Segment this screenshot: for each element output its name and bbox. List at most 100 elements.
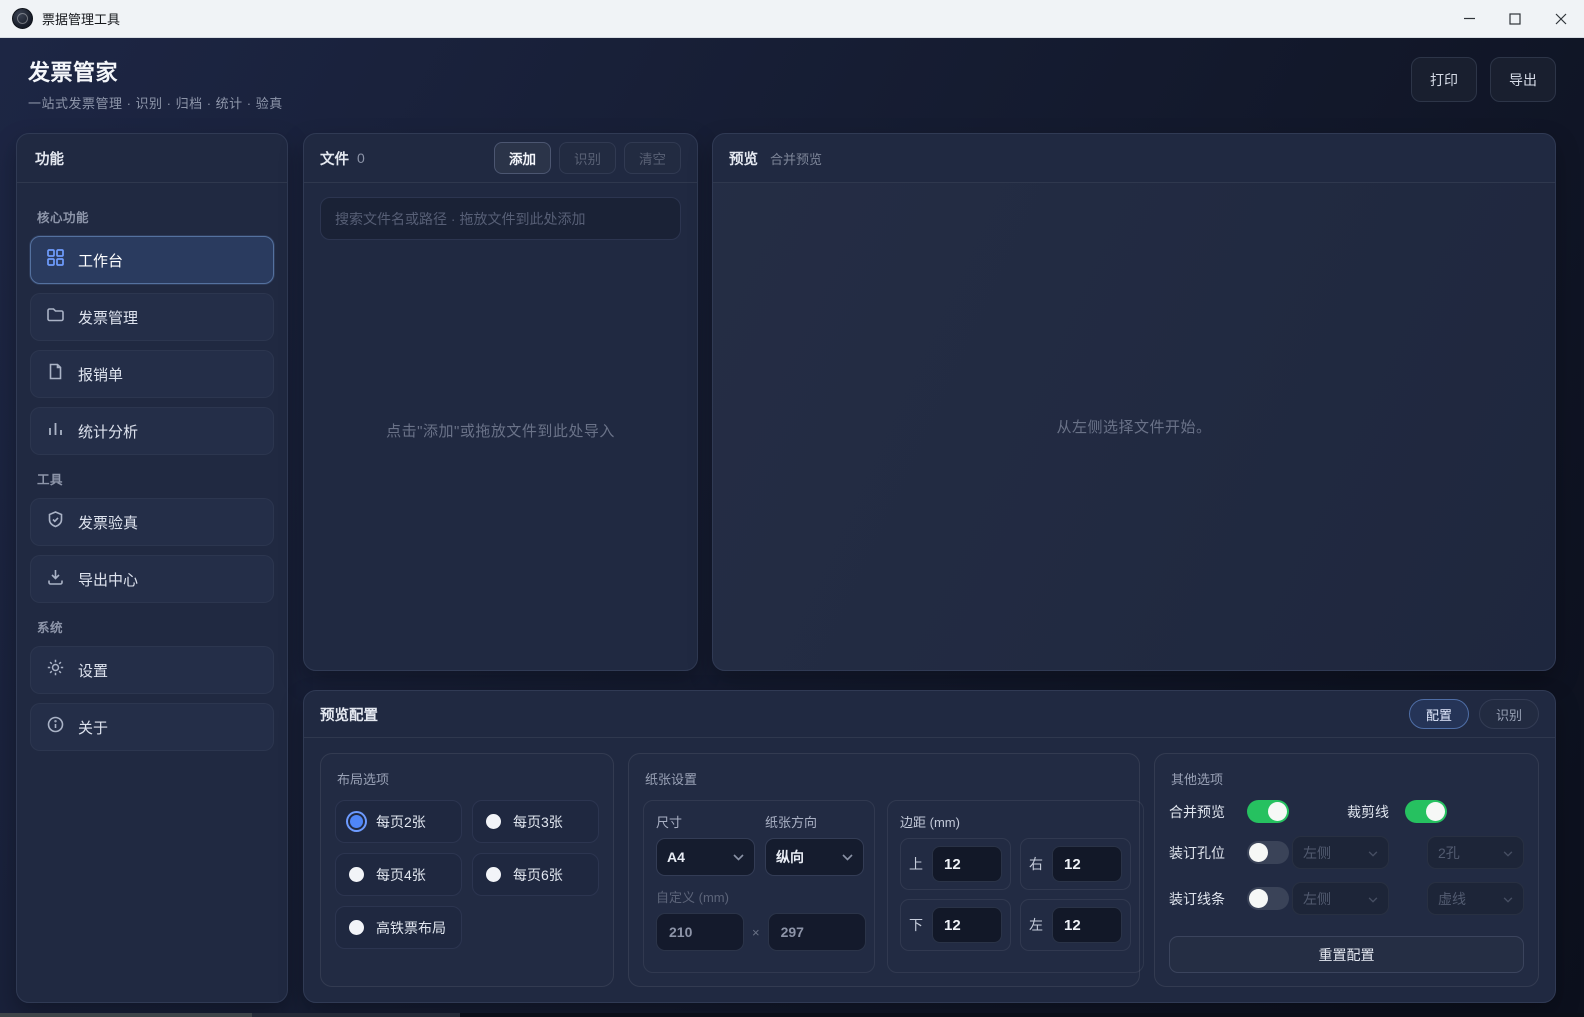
chevron-down-icon bbox=[842, 848, 853, 866]
orientation-select[interactable]: 纵向 bbox=[765, 838, 864, 876]
add-button[interactable]: 添加 bbox=[494, 142, 551, 174]
orientation-label: 纸张方向 bbox=[765, 812, 864, 831]
margin-bottom-input[interactable] bbox=[932, 907, 1002, 943]
paper-settings-card: 纸张设置 尺寸 A4 bbox=[628, 753, 1140, 987]
app-window: 发票管家 一站式发票管理 · 识别 · 归档 · 统计 · 验真 打印 导出 功… bbox=[0, 38, 1584, 1013]
punch-holes-selects: 左侧 2孔 bbox=[1292, 836, 1524, 869]
margin-top-cell: 上 bbox=[900, 838, 1011, 890]
sidebar-item-invoice-verify[interactable]: 发票验真 bbox=[30, 498, 274, 546]
sidebar-item-invoice-management[interactable]: 发票管理 bbox=[30, 293, 274, 341]
radio-selected-icon bbox=[350, 815, 363, 828]
sidebar-item-label: 发票验真 bbox=[78, 512, 138, 533]
margins-grid: 上 右 下 左 bbox=[900, 838, 1131, 951]
punch-holes-label: 装订孔位 bbox=[1169, 843, 1247, 863]
files-dropzone[interactable]: 点击"添加"或拖放文件到此处导入 bbox=[304, 240, 697, 620]
files-empty-text: 点击"添加"或拖放文件到此处导入 bbox=[386, 420, 615, 441]
margin-left-input[interactable] bbox=[1052, 907, 1122, 943]
minimize-icon[interactable] bbox=[1446, 0, 1492, 38]
radio-icon bbox=[486, 867, 501, 882]
recognize-button[interactable]: 识别 bbox=[559, 142, 616, 174]
grid-icon bbox=[46, 248, 65, 272]
sidebar-item-label: 发票管理 bbox=[78, 307, 138, 328]
layout-options-title: 布局选项 bbox=[337, 769, 597, 788]
size-label: 尺寸 bbox=[656, 812, 755, 831]
config-actions: 配置 识别 bbox=[1409, 699, 1539, 729]
chevron-down-icon bbox=[1368, 844, 1378, 862]
horizontal-scrollbar-thumb[interactable] bbox=[0, 1013, 252, 1017]
punch-count-select[interactable]: 2孔 bbox=[1427, 836, 1524, 869]
radio-icon bbox=[349, 867, 364, 882]
crop-line-toggle[interactable] bbox=[1405, 800, 1447, 823]
sidebar-item-settings[interactable]: 设置 bbox=[30, 646, 274, 694]
binding-line-row: 装订线条 左侧 虚线 bbox=[1169, 882, 1524, 915]
maximize-icon[interactable] bbox=[1492, 0, 1538, 38]
sidebar-item-about[interactable]: 关于 bbox=[30, 703, 274, 751]
margin-bottom-cell: 下 bbox=[900, 899, 1011, 951]
files-actions: 添加 识别 清空 bbox=[494, 142, 681, 174]
margin-right-input[interactable] bbox=[1052, 846, 1122, 882]
sidebar-header: 功能 bbox=[17, 134, 287, 183]
recognize-tab-button[interactable]: 识别 bbox=[1479, 699, 1539, 729]
punch-side-select[interactable]: 左侧 bbox=[1292, 836, 1389, 869]
page-subtitle: 一站式发票管理 · 识别 · 归档 · 统计 · 验真 bbox=[28, 93, 283, 112]
reset-config-button[interactable]: 重置配置 bbox=[1169, 936, 1524, 973]
sidebar-item-label: 工作台 bbox=[78, 250, 123, 271]
radio-icon bbox=[486, 814, 501, 829]
crop-line-label: 裁剪线 bbox=[1347, 802, 1405, 822]
close-icon[interactable] bbox=[1538, 0, 1584, 38]
window-controls bbox=[1446, 0, 1584, 38]
radio-hsr-ticket-layout[interactable]: 高铁票布局 bbox=[335, 906, 462, 949]
binding-line-toggle[interactable] bbox=[1247, 887, 1289, 910]
files-title: 文件 bbox=[320, 148, 349, 169]
header-actions: 打印 导出 bbox=[1411, 55, 1556, 133]
size-select[interactable]: A4 bbox=[656, 838, 755, 876]
sidebar-item-label: 导出中心 bbox=[78, 569, 138, 590]
layout-radio-grid: 每页2张 每页3张 每页4张 每页6张 bbox=[335, 800, 599, 949]
sidebar-item-statistics[interactable]: 统计分析 bbox=[30, 407, 274, 455]
custom-height-input[interactable] bbox=[768, 913, 866, 951]
gear-icon bbox=[46, 658, 65, 682]
config-tab-button[interactable]: 配置 bbox=[1409, 699, 1469, 729]
chevron-down-icon bbox=[733, 848, 744, 866]
sidebar-item-workbench[interactable]: 工作台 bbox=[30, 236, 274, 284]
sidebar-item-label: 关于 bbox=[78, 717, 108, 738]
margin-left-cell: 左 bbox=[1020, 899, 1131, 951]
toggle-knob bbox=[1249, 843, 1268, 862]
preview-body: 从左侧选择文件开始。 bbox=[713, 183, 1555, 670]
print-button[interactable]: 打印 bbox=[1411, 57, 1477, 102]
clear-button[interactable]: 清空 bbox=[624, 142, 681, 174]
sidebar-item-label: 设置 bbox=[78, 660, 108, 681]
other-options-title: 其他选项 bbox=[1171, 769, 1522, 788]
punch-holes-row: 装订孔位 左侧 2孔 bbox=[1169, 836, 1524, 869]
config-panel: 预览配置 配置 识别 布局选项 每页2张 每页3张 bbox=[303, 690, 1556, 1003]
merge-preview-label: 合并预览 bbox=[1169, 802, 1247, 822]
search-input[interactable] bbox=[320, 197, 681, 240]
search-wrap bbox=[304, 183, 697, 240]
paper-settings-title: 纸张设置 bbox=[645, 769, 1123, 788]
punch-holes-toggle[interactable] bbox=[1247, 841, 1289, 864]
window-bottom-edge bbox=[0, 1013, 1584, 1017]
margin-top-input[interactable] bbox=[932, 846, 1002, 882]
sidebar-item-reimbursement[interactable]: 报销单 bbox=[30, 350, 274, 398]
files-count: 0 bbox=[357, 150, 365, 166]
paper-inner: 尺寸 A4 纸张方向 纵向 bbox=[643, 800, 1125, 973]
margins-title: 边距 (mm) bbox=[900, 812, 1131, 831]
margins-box: 边距 (mm) 上 右 下 bbox=[887, 800, 1144, 973]
app-header: 发票管家 一站式发票管理 · 识别 · 归档 · 统计 · 验真 打印 导出 bbox=[0, 38, 1584, 133]
binding-style-select[interactable]: 虚线 bbox=[1427, 882, 1524, 915]
radio-2-per-page[interactable]: 每页2张 bbox=[335, 800, 462, 843]
sidebar-item-export-center[interactable]: 导出中心 bbox=[30, 555, 274, 603]
export-button[interactable]: 导出 bbox=[1490, 57, 1556, 102]
binding-side-select[interactable]: 左侧 bbox=[1292, 882, 1389, 915]
radio-6-per-page[interactable]: 每页6张 bbox=[472, 853, 599, 896]
radio-4-per-page[interactable]: 每页4张 bbox=[335, 853, 462, 896]
toggle-knob bbox=[1249, 889, 1268, 908]
custom-width-input[interactable] bbox=[656, 913, 744, 951]
sidebar: 功能 核心功能 工作台 发票管理 bbox=[16, 133, 288, 1003]
radio-3-per-page[interactable]: 每页3张 bbox=[472, 800, 599, 843]
merge-preview-toggle[interactable] bbox=[1247, 800, 1289, 823]
download-icon bbox=[46, 567, 65, 591]
toggle-knob bbox=[1426, 802, 1445, 821]
config-panel-header: 预览配置 配置 识别 bbox=[304, 691, 1555, 738]
other-options-card: 其他选项 合并预览 裁剪线 装订孔位 左侧 bbox=[1154, 753, 1539, 987]
